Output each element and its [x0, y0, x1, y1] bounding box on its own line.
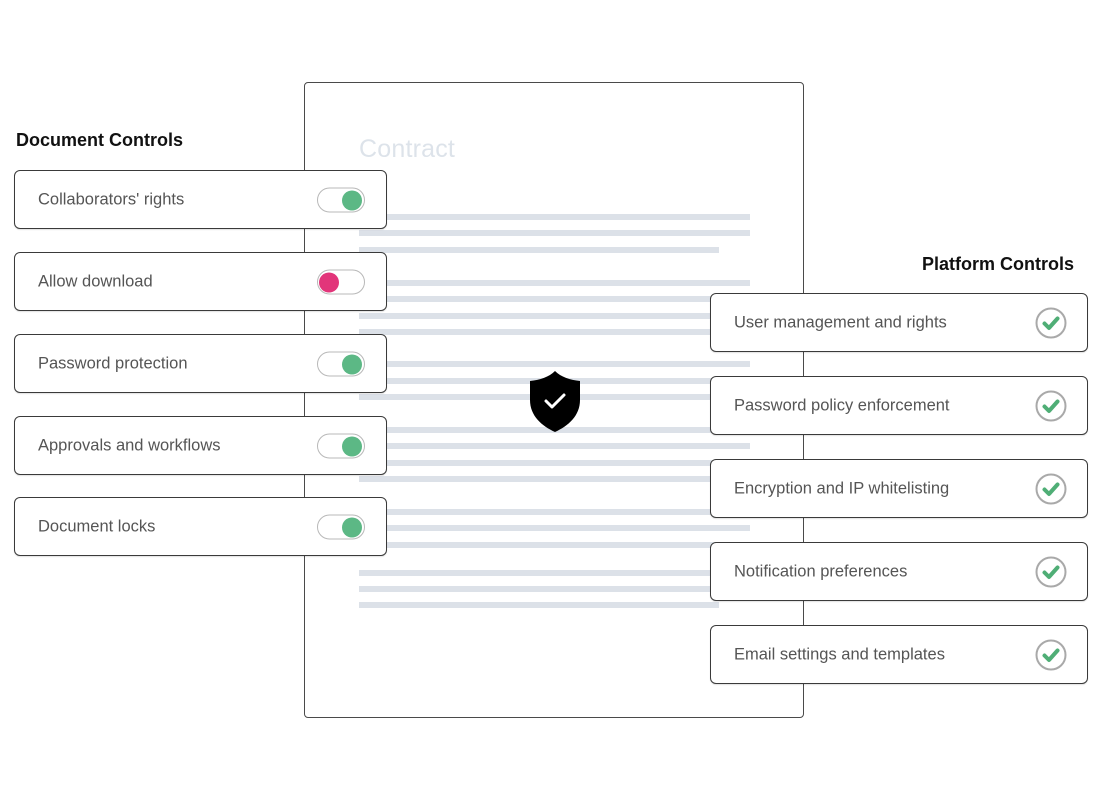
- toggle-switch[interactable]: [317, 351, 365, 376]
- document-control-item: Approvals and workflows: [14, 416, 387, 475]
- document-text-line: [359, 296, 750, 302]
- platform-control-label: Encryption and IP whitelisting: [734, 479, 950, 497]
- toggle-knob: [342, 190, 362, 210]
- document-control-item: Document locks: [14, 497, 387, 556]
- toggle-knob: [319, 272, 339, 292]
- document-control-label: Document locks: [38, 517, 156, 535]
- platform-control-item: User management and rights: [710, 293, 1088, 352]
- check-circle-icon: [1035, 639, 1067, 670]
- document-text-line: [359, 460, 750, 466]
- document-text-line: [359, 476, 750, 482]
- check-circle-icon: [1035, 556, 1067, 587]
- platform-control-item: Email settings and templates: [710, 625, 1088, 684]
- platform-control-label: Notification preferences: [734, 562, 908, 580]
- check-circle-icon: [1035, 307, 1067, 338]
- check-circle-icon: [1035, 390, 1067, 421]
- document-controls-title: Document Controls: [16, 130, 184, 150]
- document-text-line: [359, 247, 719, 253]
- toggle-knob: [342, 517, 362, 537]
- document-title: Contract: [359, 135, 456, 163]
- platform-control-item: Encryption and IP whitelisting: [710, 459, 1088, 518]
- document-control-item: Collaborators' rights: [14, 170, 387, 229]
- toggle-switch[interactable]: [317, 187, 365, 212]
- platform-control-label: Email settings and templates: [734, 645, 945, 663]
- toggle-switch[interactable]: [317, 514, 365, 539]
- document-text-line: [359, 280, 750, 286]
- document-text-line: [359, 230, 750, 236]
- platform-control-item: Password policy enforcement: [710, 376, 1088, 435]
- platform-control-item: Notification preferences: [710, 542, 1088, 601]
- document-control-label: Collaborators' rights: [38, 190, 185, 208]
- document-text-line: [359, 509, 750, 515]
- toggle-knob: [342, 354, 362, 374]
- document-text-line: [359, 586, 750, 592]
- platform-control-label: User management and rights: [734, 313, 947, 331]
- toggle-switch[interactable]: [317, 269, 365, 294]
- document-control-label: Allow download: [38, 272, 153, 290]
- document-text-line: [359, 313, 750, 319]
- document-control-item: Allow download: [14, 252, 387, 311]
- document-text-line: [359, 361, 750, 367]
- document-text-line: [359, 443, 750, 449]
- document-control-label: Approvals and workflows: [38, 436, 221, 454]
- document-text-line: [359, 570, 750, 576]
- document-text-line: [359, 542, 750, 548]
- platform-control-label: Password policy enforcement: [734, 396, 950, 414]
- platform-controls-title: Platform Controls: [922, 254, 1075, 274]
- toggle-switch[interactable]: [317, 433, 365, 458]
- document-text-line: [359, 602, 719, 608]
- toggle-knob: [342, 436, 362, 456]
- document-text-line: [359, 329, 750, 335]
- document-control-item: Password protection: [14, 334, 387, 393]
- document-control-label: Password protection: [38, 354, 188, 372]
- shield-check-icon: [530, 371, 580, 432]
- check-circle-icon: [1035, 473, 1067, 504]
- document-text-line: [359, 214, 750, 220]
- document-text-line: [359, 525, 750, 531]
